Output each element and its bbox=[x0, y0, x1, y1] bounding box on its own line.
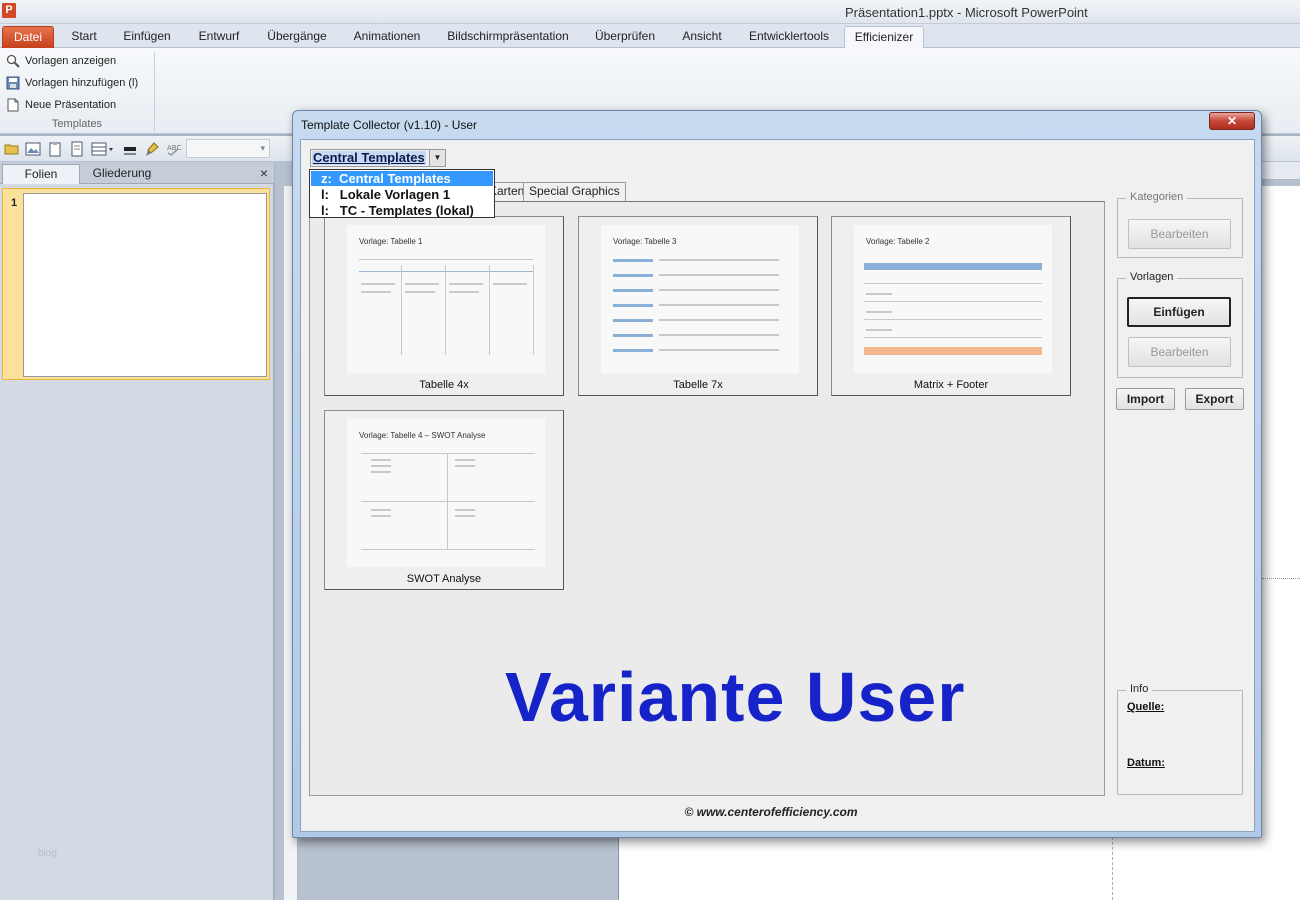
font-combo[interactable]: ▾ bbox=[186, 139, 270, 158]
slide-thumbnail-selected[interactable]: 1 bbox=[2, 188, 270, 380]
slide-pane: Folien Gliederung × 1 blog bbox=[0, 162, 274, 900]
tab-efficienizer[interactable]: Efficienizer bbox=[844, 26, 924, 49]
vorlagen-hinzufuegen-label: Vorlagen hinzufügen (l) bbox=[25, 77, 139, 89]
dialog-title: Template Collector (v1.10) - User bbox=[301, 118, 478, 132]
template-thumbnail: Vorlage: Tabelle 4 – SWOT Analyse bbox=[347, 419, 545, 567]
vorlagen-edit-button[interactable]: Bearbeiten bbox=[1128, 337, 1231, 367]
slide-number: 1 bbox=[11, 197, 18, 209]
copyright-text: © www.centerofefficiency.com bbox=[684, 805, 858, 819]
template-caption: Tabelle 4x bbox=[419, 379, 469, 391]
template-gallery: Vorlage: Tabelle 1 Tabelle 4x Vorlage: T… bbox=[309, 201, 1105, 796]
tab-ansicht[interactable]: Ansicht bbox=[672, 26, 732, 48]
brush-icon[interactable] bbox=[144, 141, 160, 157]
tab-entwicklertools[interactable]: Entwicklertools bbox=[740, 26, 838, 48]
tab-ueberpruefen[interactable]: Überprüfen bbox=[586, 26, 664, 48]
template-collector-dialog: Template Collector (v1.10) - User ✕ Cent… bbox=[292, 110, 1262, 838]
tab-gliederung[interactable]: Gliederung bbox=[82, 164, 162, 184]
table-layout-icon[interactable] bbox=[91, 141, 115, 157]
tab-datei[interactable]: Datei bbox=[2, 26, 54, 48]
tab-start[interactable]: Start bbox=[60, 26, 108, 48]
vorlagen-legend: Vorlagen bbox=[1126, 271, 1178, 283]
info-group: Info Quelle: Datum: bbox=[1117, 683, 1243, 795]
kategorien-legend: Kategorien bbox=[1126, 191, 1188, 203]
dropdown-option[interactable]: z: Central Templates bbox=[311, 171, 493, 186]
tab-bildschirmpraesentation[interactable]: Bildschirmpräsentation bbox=[440, 26, 576, 48]
template-card[interactable]: Vorlage: Tabelle 2 Matrix + Footer bbox=[831, 216, 1071, 396]
variant-overlay-text: Variante User bbox=[505, 658, 966, 736]
tab-uebergaenge[interactable]: Übergänge bbox=[258, 26, 336, 48]
thumbnail-title: Vorlage: Tabelle 2 bbox=[866, 237, 930, 246]
thumbnail-title: Vorlage: Tabelle 1 bbox=[359, 237, 423, 246]
template-caption: Matrix + Footer bbox=[913, 379, 989, 391]
ribbon-tab-bar: Datei Start Einfügen Entwurf Übergänge A… bbox=[0, 24, 1300, 49]
vorlagen-group: Vorlagen Einfügen Bearbeiten bbox=[1117, 271, 1243, 378]
dropdown-option[interactable]: l: TC - Templates (lokal) bbox=[311, 203, 493, 218]
kategorien-group: Kategorien Bearbeiten bbox=[1117, 191, 1243, 258]
thumbnail-title: Vorlage: Tabelle 3 bbox=[613, 237, 677, 246]
thumbnail-title: Vorlage: Tabelle 4 – SWOT Analyse bbox=[359, 431, 486, 440]
ribbon-group-label: Templates bbox=[51, 118, 103, 130]
source-label: Quelle: bbox=[1127, 701, 1165, 713]
tab-folien[interactable]: Folien bbox=[2, 164, 80, 184]
powerpoint-icon[interactable]: P bbox=[2, 3, 16, 18]
date-label: Datum: bbox=[1127, 757, 1165, 769]
svg-text:ABC: ABC bbox=[167, 144, 181, 152]
tab-entwurf[interactable]: Entwurf bbox=[188, 26, 250, 48]
magnifier-icon bbox=[6, 54, 20, 68]
template-thumbnail: Vorlage: Tabelle 3 bbox=[601, 225, 799, 373]
chevron-down-icon[interactable]: ▼ bbox=[429, 150, 445, 166]
close-icon[interactable]: × bbox=[260, 165, 268, 181]
template-thumbnail: Vorlage: Tabelle 2 bbox=[854, 225, 1052, 373]
new-document-icon bbox=[6, 98, 20, 112]
page-icon[interactable] bbox=[69, 141, 85, 157]
tab-animationen[interactable]: Animationen bbox=[344, 26, 430, 48]
template-card[interactable]: Vorlage: Tabelle 1 Tabelle 4x bbox=[324, 216, 564, 396]
template-caption: SWOT Analyse bbox=[406, 573, 482, 585]
vorlagen-anzeigen-label: Vorlagen anzeigen bbox=[25, 55, 117, 67]
slide-pane-tabs: Folien Gliederung × bbox=[0, 162, 274, 184]
neue-praesentation-button[interactable]: Neue Präsentation bbox=[6, 95, 116, 115]
window-title: Präsentation1.pptx - Microsoft PowerPoin… bbox=[845, 5, 1088, 20]
spelling-icon[interactable]: ABC bbox=[165, 141, 181, 157]
einfuegen-button[interactable]: Einfügen bbox=[1127, 297, 1231, 327]
export-button[interactable]: Export bbox=[1185, 388, 1244, 410]
source-dropdown-list: z: Central Templates l: Lokale Vorlagen … bbox=[309, 169, 495, 218]
dialog-close-button[interactable]: ✕ bbox=[1209, 112, 1255, 130]
info-legend: Info bbox=[1126, 683, 1153, 695]
template-thumbnail: Vorlage: Tabelle 1 bbox=[347, 225, 545, 373]
image-icon[interactable] bbox=[25, 141, 41, 157]
save-template-icon bbox=[6, 76, 20, 90]
template-card[interactable]: Vorlage: Tabelle 4 – SWOT Analyse SWOT A bbox=[324, 410, 564, 590]
kategorien-edit-button[interactable]: Bearbeiten bbox=[1128, 219, 1231, 249]
template-caption: Tabelle 7x bbox=[673, 379, 723, 391]
title-bar: P Präsentation1.pptx - Microsoft PowerPo… bbox=[0, 0, 1300, 24]
slide-thumbnail[interactable] bbox=[23, 193, 267, 377]
template-card[interactable]: Vorlage: Tabelle 3 Tabelle 7x bbox=[578, 216, 818, 396]
vorlagen-hinzufuegen-button[interactable]: Vorlagen hinzufügen (l) bbox=[6, 73, 138, 93]
watermark-text: blog bbox=[38, 848, 57, 859]
clipboard-icon[interactable] bbox=[47, 141, 63, 157]
import-button[interactable]: Import bbox=[1116, 388, 1175, 410]
dialog-client: Central Templates ▼ z: Central Templates… bbox=[300, 139, 1255, 832]
dropdown-option[interactable]: l: Lokale Vorlagen 1 bbox=[311, 187, 493, 202]
guide-line-horizontal bbox=[1262, 578, 1300, 579]
line-style-icon[interactable] bbox=[122, 141, 138, 157]
open-folder-icon[interactable] bbox=[4, 141, 20, 157]
tab-special-graphics[interactable]: Special Graphics bbox=[523, 182, 626, 201]
ribbon-separator bbox=[154, 52, 155, 132]
source-combo-value: Central Templates bbox=[312, 150, 426, 165]
source-combo[interactable]: Central Templates ▼ bbox=[310, 149, 446, 167]
vorlagen-anzeigen-button[interactable]: Vorlagen anzeigen bbox=[6, 51, 116, 71]
neue-praesentation-label: Neue Präsentation bbox=[25, 99, 117, 111]
tab-einfuegen[interactable]: Einfügen bbox=[114, 26, 180, 48]
